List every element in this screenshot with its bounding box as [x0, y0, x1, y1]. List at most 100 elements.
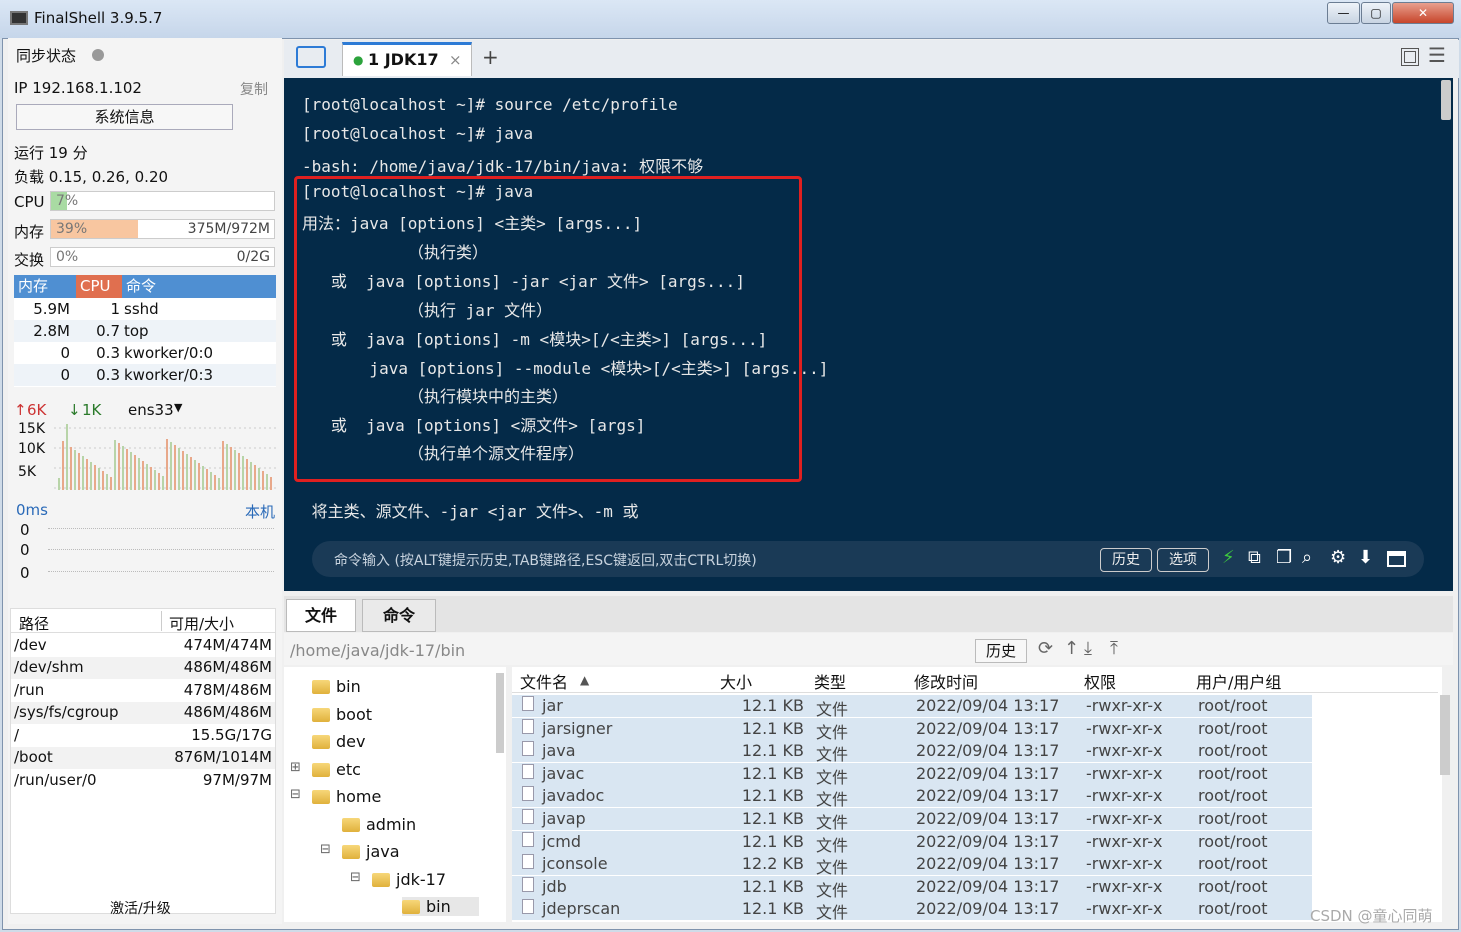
tree-node[interactable]: ⊞ etc — [290, 760, 361, 779]
close-button[interactable]: ✕ — [1392, 2, 1454, 24]
tree-node[interactable]: ⊟ jdk-17 — [350, 870, 446, 889]
net-bar — [150, 467, 152, 490]
net-bar — [186, 454, 188, 490]
lightning-icon[interactable]: ⚡ — [1222, 547, 1235, 568]
file-row[interactable]: javap 12.1 KB 文件 2022/09/04 13:17 -rwxr-xr-x… — [512, 808, 1312, 832]
menu-icon[interactable]: ☰ — [1428, 43, 1446, 67]
proc-header-mem[interactable]: 内存 — [14, 275, 76, 298]
proc-header-cmd[interactable]: 命令 — [122, 275, 276, 298]
file-row[interactable]: jdeprscan 12.1 KB 文件 2022/09/04 13:17 -rwxr-… — [512, 898, 1312, 922]
history-button[interactable]: 历史 — [1100, 548, 1152, 572]
fs-header-path[interactable]: 路径 — [19, 613, 49, 634]
net-interface-select[interactable]: ens33 — [128, 401, 174, 419]
path-input[interactable]: /home/java/jdk-17/bin — [290, 641, 465, 660]
tab-close-icon[interactable]: × — [449, 51, 462, 69]
file-row[interactable]: javadoc 12.1 KB 文件 2022/09/04 13:17 -rwxr-xr… — [512, 785, 1312, 810]
expand-toggle-icon[interactable]: ⊟ — [320, 842, 331, 857]
tree-node[interactable]: ⊟ home — [290, 787, 381, 806]
session-tab[interactable]: ● 1 JDK17 × — [342, 42, 472, 76]
chevron-down-icon[interactable]: ▼ — [174, 401, 182, 414]
tree-node[interactable]: admin — [342, 815, 416, 834]
tree-node-label: bin — [336, 677, 361, 696]
file-cell-owner: root/root — [1198, 786, 1268, 806]
fs-header-size[interactable]: 可用/大小 — [169, 613, 234, 634]
process-row[interactable]: 2.8M 0.7 top — [14, 320, 276, 342]
file-cell-size: 12.1 KB — [741, 809, 804, 828]
fs-row[interactable]: /dev/shm 486M/486M — [11, 657, 275, 679]
process-row[interactable]: 5.9M 1 sshd — [14, 298, 276, 320]
file-cell-perm: -rwxr-xr-x — [1086, 696, 1163, 715]
tab-files[interactable]: 文件 — [286, 599, 356, 632]
tree-node[interactable]: boot — [312, 705, 372, 724]
expand-toggle-icon[interactable]: ⊟ — [290, 787, 301, 802]
refresh-icon[interactable]: ⟳ — [1038, 638, 1053, 659]
header-mtime[interactable]: 修改时间 — [914, 669, 978, 693]
tab-commands[interactable]: 命令 — [362, 599, 436, 632]
mem-label: 内存 — [14, 223, 45, 241]
process-row[interactable]: 0 0.3 kworker/0:0 — [14, 342, 276, 364]
layout-grid-icon[interactable] — [1401, 48, 1419, 66]
fs-row[interactable]: /dev 474M/474M — [11, 635, 275, 657]
file-cell-type: 文件 — [816, 767, 849, 787]
copy-ip-link[interactable]: 复制 — [240, 79, 268, 99]
tree-node[interactable]: bin — [402, 897, 479, 916]
upload-file-icon[interactable]: ⤒ — [1110, 638, 1118, 659]
file-cell-perm: -rwxr-xr-x — [1086, 763, 1163, 783]
activate-link[interactable]: 激活/升级 — [110, 898, 171, 918]
net-bar — [158, 473, 160, 490]
file-row[interactable]: java 12.1 KB 文件 2022/09/04 13:17 -rwxr-xr-x r… — [512, 740, 1312, 764]
folder-icon — [312, 708, 330, 722]
header-type[interactable]: 类型 — [814, 669, 846, 693]
tree-node[interactable]: ⊟ java — [320, 842, 400, 861]
fs-row[interactable]: /run/user/0 97M/97M — [11, 770, 275, 792]
net-bar — [182, 451, 184, 490]
file-row[interactable]: jdb 12.1 KB 文件 2022/09/04 13:17 -rwxr-xr-x ro… — [512, 875, 1312, 900]
up-dir-icon[interactable]: ↑ — [1064, 638, 1079, 659]
file-cell-time: 2022/09/04 13:17 — [916, 854, 1060, 874]
file-row[interactable]: jcmd 12.1 KB 文件 2022/09/04 13:17 -rwxr-xr-x r… — [512, 830, 1312, 855]
header-size[interactable]: 大小 — [720, 669, 752, 693]
path-history-button[interactable]: 历史 — [975, 639, 1027, 663]
file-row[interactable]: jconsole 12.2 KB 文件 2022/09/04 13:17 -rwxr-x… — [512, 853, 1312, 877]
file-cell-type: 文件 — [816, 790, 849, 810]
proc-header-cpu[interactable]: CPU — [76, 275, 122, 298]
folder-icon — [312, 790, 330, 804]
minimize-button[interactable]: — — [1327, 2, 1360, 24]
fs-row[interactable]: /run 478M/486M — [11, 680, 275, 702]
sysinfo-button[interactable]: 系统信息 — [16, 104, 233, 130]
file-row[interactable]: javac 12.1 KB 文件 2022/09/04 13:17 -rwxr-xr-x… — [512, 762, 1312, 787]
net-bar — [82, 456, 84, 490]
terminal-scrollbar[interactable] — [1441, 80, 1451, 120]
file-row[interactable]: jar 12.1 KB 文件 2022/09/04 13:17 -rwxr-xr-x ro… — [512, 695, 1312, 719]
list-scrollbar[interactable] — [1440, 695, 1450, 775]
process-row[interactable]: 0 0.3 kworker/0:3 — [14, 364, 276, 386]
download-file-icon[interactable]: ⤓ — [1084, 638, 1092, 659]
header-owner[interactable]: 用户/用户组 — [1196, 669, 1281, 693]
tree-node-label: dev — [336, 732, 366, 751]
fs-row[interactable]: /15.5G/17G — [11, 725, 275, 747]
file-row[interactable]: jarsigner 12.1 KB 文件 2022/09/04 13:17 -rwxr-… — [512, 717, 1312, 742]
folder-open-icon[interactable] — [296, 46, 326, 68]
fs-row[interactable]: /sys/fs/cgroup 486M/486M — [11, 702, 275, 724]
maximize-button[interactable]: ▢ — [1361, 2, 1391, 24]
gear-icon[interactable]: ⚙ — [1330, 547, 1346, 568]
header-filename[interactable]: 文件名 — [520, 669, 568, 693]
add-tab-button[interactable]: + — [482, 45, 499, 69]
tree-scrollbar[interactable] — [496, 673, 504, 753]
file-cell-time: 2022/09/04 13:17 — [916, 786, 1060, 806]
copy-icon[interactable]: ⧉ — [1248, 547, 1261, 568]
window-icon[interactable] — [1387, 551, 1406, 567]
net-bar — [90, 462, 92, 490]
fs-row[interactable]: /boot 876M/1014M — [11, 747, 275, 769]
header-perm[interactable]: 权限 — [1084, 669, 1116, 693]
paste-icon[interactable]: ❐ — [1276, 547, 1292, 568]
tree-node[interactable]: bin — [312, 677, 361, 696]
options-button[interactable]: 选项 — [1157, 548, 1209, 572]
expand-toggle-icon[interactable]: ⊞ — [290, 760, 301, 775]
download-icon[interactable]: ⬇ — [1358, 547, 1373, 568]
expand-toggle-icon[interactable]: ⊟ — [350, 870, 361, 885]
search-icon[interactable]: ⌕ — [1302, 547, 1312, 568]
tree-node[interactable]: dev — [312, 732, 365, 751]
command-input[interactable]: 命令输入 (按ALT键提示历史,TAB键路径,ESC键返回,双击CTRL切换) — [334, 550, 757, 570]
file-cell-time: 2022/09/04 13:17 — [916, 718, 1060, 738]
